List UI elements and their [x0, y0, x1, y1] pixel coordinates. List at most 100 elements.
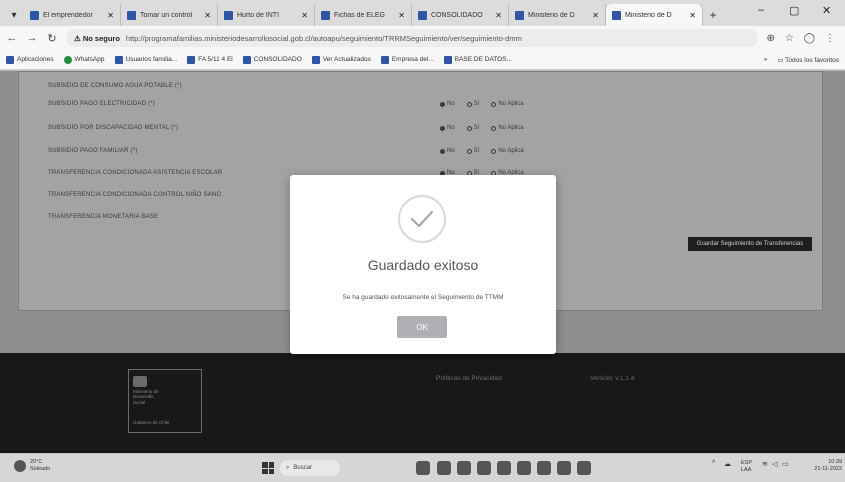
tab-search-icon[interactable]: ▾: [4, 4, 24, 26]
close-tab-icon[interactable]: ✕: [495, 11, 502, 20]
profile-icon[interactable]: ◯: [804, 33, 815, 44]
bookmark-icon: [242, 55, 251, 64]
menu-kebab-icon[interactable]: ⋮: [825, 33, 835, 44]
close-tab-icon[interactable]: ✕: [204, 11, 211, 20]
crest-icon: [133, 376, 147, 387]
explorer-app-icon[interactable]: [477, 461, 491, 475]
bookmark-label: WhatsApp: [74, 56, 105, 63]
radio-group: No Sí No Aplica: [440, 101, 524, 107]
new-tab-icon[interactable]: +: [703, 4, 723, 26]
page-footer: Ministerio de Desarrollo Social Gobierno…: [0, 353, 845, 453]
tray-chevron-icon[interactable]: ^: [712, 460, 715, 467]
subsidy-label: TRANSFERENCIA MONETARIA BASE: [48, 214, 159, 220]
browser-tab[interactable]: Fichas de ELEG ✕: [315, 4, 412, 26]
privacy-link[interactable]: Políticas de Privacidad: [436, 375, 502, 382]
favicon-icon: [612, 10, 621, 20]
taskbar-search[interactable]: ⌕ Buscar: [280, 460, 340, 476]
browser-tab[interactable]: El emprendedor ✕: [24, 4, 121, 26]
widgets-app-icon[interactable]: [416, 461, 430, 475]
browser-app-icon[interactable]: [517, 461, 531, 475]
minimize-icon[interactable]: –: [758, 4, 764, 16]
url-field[interactable]: ⚠ No seguro http://programafamilias.mini…: [66, 29, 759, 47]
reload-icon[interactable]: ↻: [46, 32, 58, 45]
maximize-icon[interactable]: ▢: [789, 4, 799, 17]
radio-no-aplica[interactable]: No Aplica: [491, 125, 524, 131]
weather-temp: 20°C: [30, 459, 43, 465]
browser-tab[interactable]: CONSOLIDADO ✕: [412, 4, 509, 26]
browser-tab[interactable]: Tomar un control ✕: [121, 4, 218, 26]
all-bookmarks-label: Todos los favoritos: [785, 56, 839, 64]
radio-no[interactable]: No: [440, 101, 455, 107]
bookmark-item[interactable]: BASE DE DATOS...: [443, 55, 512, 64]
radio-no[interactable]: No: [440, 148, 455, 154]
search-placeholder: Buscar: [293, 465, 313, 471]
ok-button[interactable]: OK: [397, 316, 447, 338]
radio-no[interactable]: No: [440, 125, 455, 131]
volume-icon[interactable]: ◁: [772, 460, 777, 468]
bookmark-label: CONSOLIDADO: [253, 56, 302, 63]
favicon-icon: [127, 10, 136, 20]
bookmarks-bar: Aplicaciones WhatsApp Usuarios familia..…: [0, 50, 845, 70]
language-indicator[interactable]: ESP LAA: [741, 460, 752, 473]
bookmark-item[interactable]: Usuarios familia...: [114, 55, 177, 64]
save-transfers-button[interactable]: Guardar Seguimiento de Transferencias: [688, 237, 812, 251]
ministry-logo: Ministerio de Desarrollo Social Gobierno…: [128, 369, 202, 433]
zoom-icon[interactable]: ⊕: [766, 33, 774, 44]
radio-si[interactable]: Sí: [466, 101, 479, 107]
close-window-icon[interactable]: ✕: [822, 4, 831, 17]
chrome-app-icon-3[interactable]: [577, 461, 591, 475]
taskbar-clock[interactable]: 10:39 21-11-2023: [802, 459, 842, 473]
edge-app-icon[interactable]: [537, 461, 551, 475]
tab-label: Hurto de INTI: [237, 11, 280, 19]
bookmark-label: Ver Actualizados: [322, 56, 371, 63]
subsidy-label: SUBSIDIO DE CONSUMO AGUA POTABLE (*): [48, 83, 182, 89]
bookmark-item[interactable]: Empresa del...: [380, 55, 434, 64]
files-app-icon[interactable]: [497, 461, 511, 475]
battery-icon[interactable]: ▭: [782, 460, 789, 468]
address-bar: ← → ↻ ⚠ No seguro http://programafamilia…: [0, 26, 845, 50]
chrome-app-icon[interactable]: [457, 461, 471, 475]
more-bookmarks-icon[interactable]: »: [764, 56, 768, 64]
bookmark-icon: [443, 55, 452, 64]
subsidy-label: TRANSFERENCIA CONDICIONADA ASISTENCIA ES…: [48, 170, 223, 176]
chrome-app-icon-2[interactable]: [557, 461, 571, 475]
close-tab-icon[interactable]: ✕: [107, 11, 114, 20]
weather-icon: [14, 459, 26, 472]
radio-si[interactable]: Sí: [466, 148, 479, 154]
radio-no-aplica[interactable]: No Aplica: [491, 101, 524, 107]
not-secure-badge[interactable]: ⚠ No seguro: [74, 34, 120, 43]
browser-tab[interactable]: Hurto de INTI ✕: [218, 4, 315, 26]
bookmark-icon: [187, 55, 196, 64]
subsidy-label: TRANSFERENCIA CONDICIONADA CONTROL NIÑO …: [48, 192, 222, 198]
bookmark-star-icon[interactable]: ☆: [785, 33, 794, 44]
bookmark-item[interactable]: Aplicaciones: [6, 55, 54, 64]
bookmark-icon: [311, 55, 320, 64]
tab-label: Ministerio de D: [625, 11, 672, 19]
close-tab-icon[interactable]: ✕: [398, 11, 405, 20]
onedrive-icon[interactable]: ☁: [724, 460, 731, 468]
close-tab-icon[interactable]: ✕: [301, 11, 308, 20]
bookmark-item[interactable]: CONSOLIDADO: [242, 55, 302, 64]
tab-label: Fichas de ELEG: [334, 11, 385, 19]
radio-si[interactable]: Sí: [466, 125, 479, 131]
search-icon: ⌕: [286, 464, 290, 471]
forward-icon[interactable]: →: [26, 32, 38, 44]
start-button[interactable]: [262, 462, 274, 474]
back-icon[interactable]: ←: [6, 32, 18, 44]
radio-no-aplica[interactable]: No Aplica: [491, 148, 524, 154]
wifi-icon[interactable]: ≋: [762, 460, 768, 468]
bookmark-item[interactable]: Ver Actualizados: [311, 55, 371, 64]
radio-group: No Sí No Aplica: [440, 125, 524, 131]
bookmark-item[interactable]: FA 5/11 4 El: [187, 55, 233, 64]
tab-label: Tomar un control: [140, 11, 193, 19]
browser-tab-active[interactable]: Ministerio de D ✕: [606, 4, 703, 26]
bookmark-item[interactable]: WhatsApp: [63, 55, 105, 64]
close-tab-icon[interactable]: ✕: [689, 11, 696, 20]
taskview-app-icon[interactable]: [437, 461, 451, 475]
favicon-icon: [30, 10, 39, 20]
weather-widget[interactable]: 20°C Soleado: [14, 459, 50, 472]
close-tab-icon[interactable]: ✕: [592, 11, 599, 20]
favicon-icon: [515, 10, 524, 20]
browser-tab[interactable]: Ministerio de D ✕: [509, 4, 606, 26]
all-bookmarks-folder[interactable]: ▭ Todos los favoritos: [777, 56, 839, 64]
